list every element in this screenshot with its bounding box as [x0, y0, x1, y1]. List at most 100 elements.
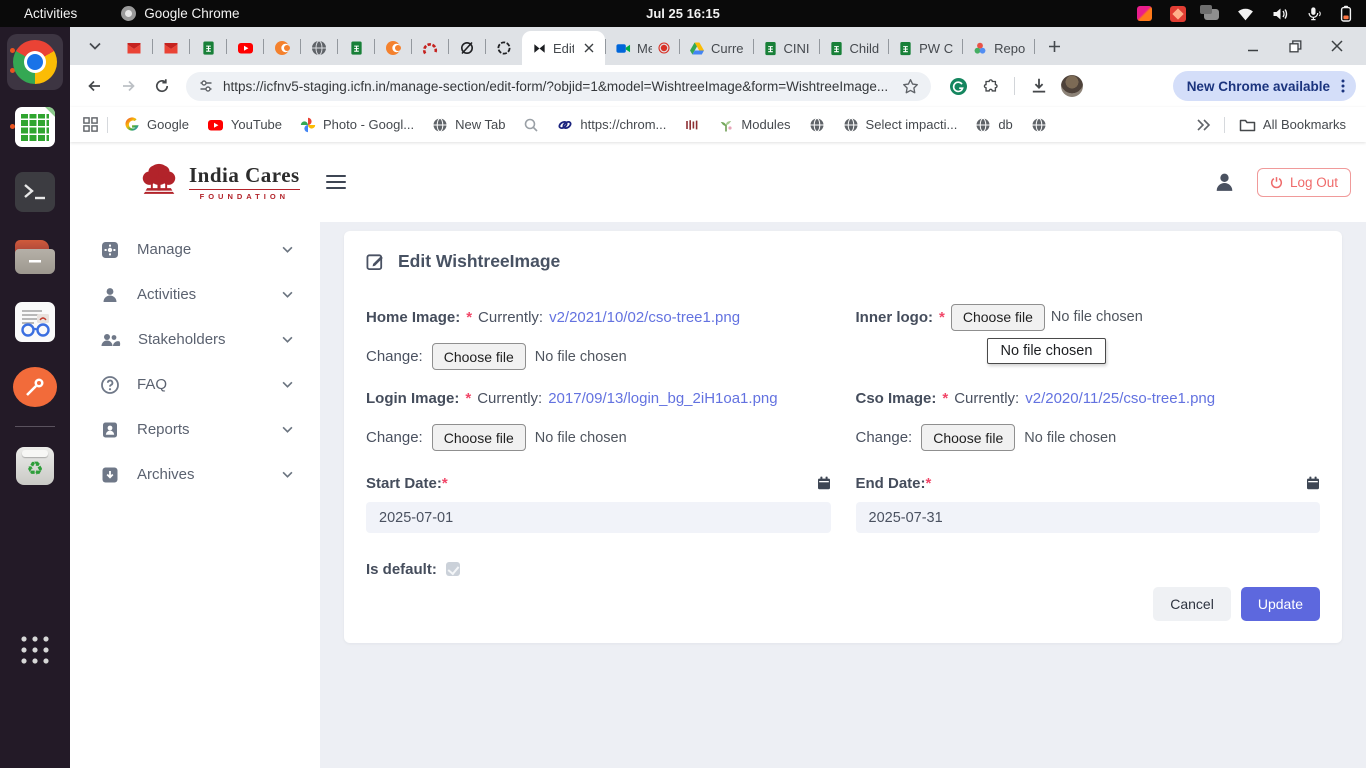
- card-title-row: Edit WishtreeImage: [366, 251, 1320, 272]
- url-text[interactable]: https://icfnv5-staging.icfn.in/manage-se…: [223, 79, 893, 94]
- cso-image-choose-file-button[interactable]: Choose file: [921, 424, 1015, 451]
- dock-item-postman[interactable]: [7, 359, 63, 415]
- show-applications-button[interactable]: [20, 635, 50, 665]
- is-default-row: Is default:: [366, 557, 831, 581]
- clock[interactable]: Jul 25 16:15: [646, 6, 720, 21]
- tab-drive[interactable]: Curre: [680, 31, 753, 65]
- sidebar-item-activities[interactable]: Activities: [70, 272, 320, 317]
- bookmark-bajaj[interactable]: [676, 113, 708, 137]
- focused-app-indicator[interactable]: Google Chrome: [121, 6, 239, 21]
- cancel-button[interactable]: Cancel: [1153, 587, 1231, 621]
- end-date-input[interactable]: [856, 502, 1321, 533]
- tab-meet[interactable]: Meet: [606, 31, 679, 65]
- chevron-down-icon: [282, 381, 293, 388]
- restore-button[interactable]: [1286, 37, 1304, 55]
- calendar-icon[interactable]: [1306, 476, 1320, 490]
- forward-button[interactable]: [114, 72, 142, 100]
- bookmarks-overflow-icon[interactable]: [1188, 118, 1218, 132]
- red-arc-icon: [422, 40, 438, 56]
- sidebar-item-manage[interactable]: Manage: [70, 227, 320, 272]
- reload-button[interactable]: [148, 72, 176, 100]
- minimize-button[interactable]: [1244, 37, 1262, 55]
- google-g-icon: [124, 117, 140, 133]
- system-tray[interactable]: [1137, 5, 1366, 22]
- menu-kebab-icon[interactable]: [1336, 78, 1350, 94]
- tab-sheet-child[interactable]: Child: [820, 31, 889, 65]
- bookmark-new-tab[interactable]: New Tab: [424, 113, 513, 137]
- dock-item-document-viewer[interactable]: [7, 294, 63, 350]
- tab-sheet-pw[interactable]: PW C: [889, 31, 962, 65]
- extensions-puzzle-icon[interactable]: [981, 77, 999, 95]
- required-mark: *: [939, 309, 945, 326]
- dock-item-files[interactable]: [7, 229, 63, 285]
- login-image-file-link[interactable]: 2017/09/13/login_bg_2iH1oa1.png: [548, 390, 777, 407]
- bookmark-select-impact[interactable]: Select impacti...: [835, 113, 966, 137]
- active-tab-title: Edit: [553, 41, 574, 56]
- close-window-button[interactable]: [1328, 37, 1346, 55]
- is-default-checkbox[interactable]: [446, 562, 460, 576]
- download-icon[interactable]: [1030, 77, 1048, 95]
- bookmark-search[interactable]: [515, 113, 547, 137]
- omnibox[interactable]: https://icfnv5-staging.icfn.in/manage-se…: [186, 72, 931, 101]
- all-bookmarks-button[interactable]: All Bookmarks: [1231, 113, 1354, 136]
- google-sheets-icon: [898, 41, 913, 56]
- dock-item-trash[interactable]: ♻: [7, 438, 63, 494]
- tab-repo[interactable]: Repo: [963, 31, 1034, 65]
- sidebar-toggle-button[interactable]: [326, 175, 346, 190]
- calendar-icon[interactable]: [817, 476, 831, 490]
- sidebar-item-reports[interactable]: Reports: [70, 407, 320, 452]
- bookmark-globe[interactable]: [801, 113, 833, 137]
- brand-logo[interactable]: India Cares FOUNDATION: [138, 161, 300, 203]
- dock-item-terminal[interactable]: [7, 164, 63, 220]
- pinned-tab-orange-app[interactable]: [375, 31, 411, 65]
- inner-logo-choose-file-button[interactable]: Choose file: [951, 304, 1045, 331]
- pinned-tab-chatgpt[interactable]: [486, 31, 522, 65]
- bookmark-chrome-link[interactable]: https://chrom...: [549, 113, 674, 137]
- site-settings-icon[interactable]: [198, 78, 214, 94]
- tab-sheet-cini[interactable]: CINI: [754, 31, 819, 65]
- activities-button[interactable]: Activities: [24, 6, 77, 21]
- bookmark-star-icon[interactable]: [902, 78, 919, 95]
- cso-image-file-link[interactable]: v2/2020/11/25/cso-tree1.png: [1025, 390, 1215, 407]
- grammarly-icon[interactable]: [949, 77, 968, 96]
- tab-close-button[interactable]: [580, 40, 597, 57]
- logout-button[interactable]: Log Out: [1257, 168, 1351, 197]
- wifi-icon: [1237, 7, 1254, 21]
- gear-square-icon: [100, 240, 120, 260]
- home-image-file-link[interactable]: v2/2021/10/02/cso-tree1.png: [549, 309, 740, 326]
- sidebar-item-faq[interactable]: FAQ: [70, 362, 320, 407]
- start-date-input[interactable]: [366, 502, 831, 533]
- new-tab-button[interactable]: [1041, 33, 1067, 59]
- pinned-tab-sheets[interactable]: [190, 31, 226, 65]
- bookmark-modules[interactable]: Modules: [710, 113, 798, 137]
- bookmark-google[interactable]: Google: [116, 113, 197, 137]
- pinned-tab-red-arc[interactable]: [412, 31, 448, 65]
- pinned-tab-youtube[interactable]: [227, 31, 263, 65]
- bookmark-db[interactable]: db: [967, 113, 1020, 137]
- dock-item-libreoffice-calc[interactable]: [7, 99, 63, 155]
- home-image-choose-file-button[interactable]: Choose file: [432, 343, 526, 370]
- tab-search-button[interactable]: [82, 33, 108, 59]
- pinned-tab-null-symbol[interactable]: [449, 31, 485, 65]
- update-chrome-chip[interactable]: New Chrome available: [1173, 71, 1356, 101]
- apps-grid-icon[interactable]: [82, 116, 99, 133]
- profile-avatar[interactable]: [1061, 75, 1083, 97]
- pinned-tab-sheets[interactable]: [338, 31, 374, 65]
- pinned-tab-globe[interactable]: [301, 31, 337, 65]
- home-image-no-file-text: No file chosen: [535, 349, 627, 365]
- sidebar-item-archives[interactable]: Archives: [70, 452, 320, 497]
- update-button[interactable]: Update: [1241, 587, 1320, 621]
- back-button[interactable]: [80, 72, 108, 100]
- bookmark-youtube[interactable]: YouTube: [199, 113, 290, 137]
- pinned-tab-gmail[interactable]: [116, 31, 152, 65]
- dock-item-google-chrome[interactable]: [7, 34, 63, 90]
- bookmark-google-photos[interactable]: Photo - Googl...: [292, 113, 422, 137]
- pinned-tab-orange-app[interactable]: [264, 31, 300, 65]
- sidebar-item-stakeholders[interactable]: Stakeholders: [70, 317, 320, 362]
- bookmark-globe[interactable]: [1023, 113, 1055, 137]
- globe-icon: [809, 117, 825, 133]
- pinned-tab-gmail[interactable]: [153, 31, 189, 65]
- active-tab[interactable]: Edit: [522, 31, 605, 65]
- user-icon[interactable]: [1212, 170, 1237, 195]
- login-image-choose-file-button[interactable]: Choose file: [432, 424, 526, 451]
